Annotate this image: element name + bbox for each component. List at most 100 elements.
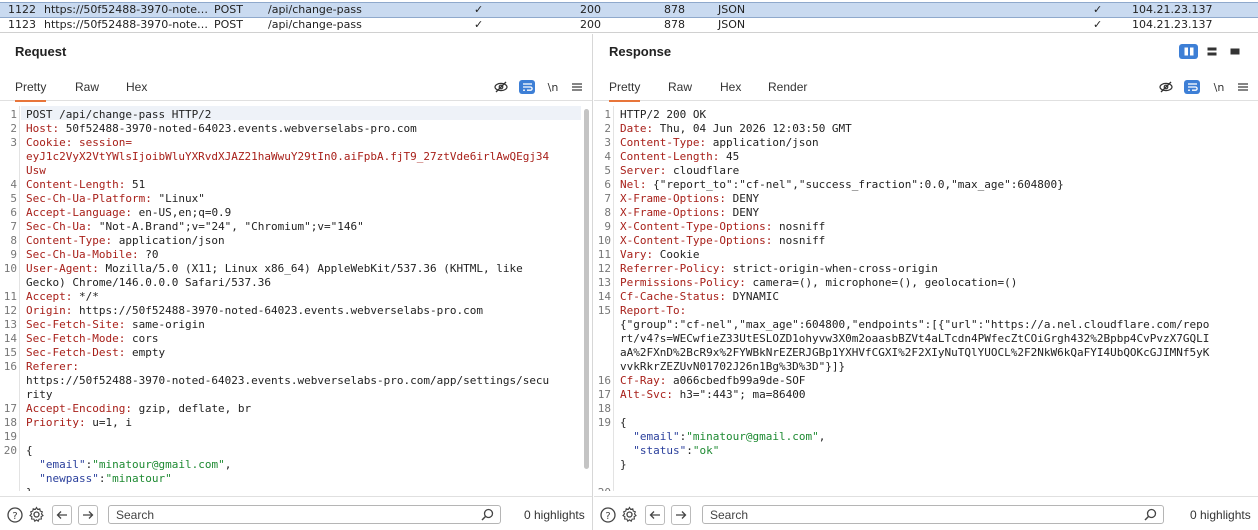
token-value: application/json [706, 136, 819, 149]
code-line: Alt-Svc: h3=":443"; ma=86400 [620, 388, 805, 402]
token-value: gzip, deflate, br [131, 402, 252, 415]
request-editor[interactable]: 1 POST /api/change-pass HTTP/2 2 Host: 50f5… [0, 106, 592, 491]
line-number: 18 [3, 416, 17, 429]
newline-icon[interactable]: \n [1211, 80, 1227, 94]
code-line: Sec-Fetch-Dest: empty [26, 346, 165, 360]
proxy-history-table: 1122 https://50f52488-3970-noted-... POST /… [0, 0, 1258, 33]
tab-pretty[interactable]: Pretty [15, 80, 47, 102]
token-key: Content-Length: [26, 178, 126, 191]
help-icon[interactable]: ? [599, 506, 616, 523]
layout-toggle-group [1179, 44, 1244, 59]
token-value: rt/v4?s=WECwfieZ33UtESLOZD1ohyvw3X0m2oaa… [620, 332, 1210, 345]
gear-icon[interactable] [28, 506, 45, 523]
token-value: , [224, 458, 232, 471]
word-wrap-icon[interactable] [519, 80, 535, 94]
table-row[interactable]: 1122 https://50f52488-3970-noted-... POST /… [0, 2, 1258, 18]
token-value: rity [26, 388, 53, 401]
arrow-left-icon[interactable] [52, 505, 72, 525]
line-number: 6 [604, 178, 611, 191]
token-key: Server: [620, 164, 667, 177]
line-number: 1 [10, 108, 17, 121]
line-number: 10 [597, 234, 611, 247]
line-number: 16 [3, 360, 17, 373]
token-value: Gecko) Chrome/146.0.0.0 Safari/537.36 [26, 276, 272, 289]
line-number: 15 [3, 346, 17, 359]
code-line: Vary: Cookie [620, 248, 699, 262]
line-number: 5 [604, 164, 611, 177]
table-row[interactable]: 1123 https://50f52488-3970-noted-... POST /… [0, 18, 1258, 32]
tab-render[interactable]: Render [768, 80, 807, 100]
code-line: Host: 50f52488-3970-noted-64023.events.w… [26, 122, 417, 136]
gear-icon[interactable] [621, 506, 638, 523]
token-value: h3=":443"; ma=86400 [672, 388, 806, 401]
token-key: Permissions-Policy: [620, 276, 746, 289]
response-title: Response [609, 44, 672, 59]
code-line: User-Agent: Mozilla/5.0 (X11; Linux x86_… [26, 262, 523, 276]
split-vertical-icon[interactable] [1179, 44, 1198, 59]
hamburger-menu-icon[interactable] [1235, 80, 1251, 94]
code-line: "email":"minatour@gmail.com", [26, 458, 231, 472]
token-key: Nel: [620, 178, 647, 191]
hamburger-menu-icon[interactable] [569, 80, 585, 94]
code-line: Sec-Fetch-Mode: cors [26, 332, 158, 346]
line-number: 14 [3, 332, 17, 345]
token-value: } [26, 486, 33, 491]
code-line: Sec-Fetch-Site: same-origin [26, 318, 205, 332]
code-line: Cf-Cache-Status: DYNAMIC [620, 290, 779, 304]
tab-pretty[interactable]: Pretty [609, 80, 641, 102]
token-value: "minatour@gmail.com" [686, 430, 819, 443]
tab-raw[interactable]: Raw [668, 80, 692, 100]
token-value: empty [125, 346, 166, 359]
token-value: a066cbedfb99a9de-SOF [666, 374, 806, 387]
request-search-input[interactable]: Search [108, 505, 501, 524]
split-horizontal-icon[interactable] [1202, 44, 1221, 59]
response-editor[interactable]: 1 HTTP/2 200 OK 2 Date: Thu, 04 Jun 2026 12… [594, 106, 1258, 491]
cell-method: POST [214, 3, 243, 16]
token-value: vvkRkrZEZUvN01702J26n1Bg%3D%3D"}]} [620, 360, 846, 373]
arrow-left-icon[interactable] [645, 505, 665, 525]
token-key: Cf-Cache-Status: [620, 290, 726, 303]
token-key: Content-Type: [620, 136, 707, 149]
token-value: { [620, 416, 627, 429]
token-value: HTTP/2 200 OK [620, 108, 707, 121]
token-key: Alt-Svc: [620, 388, 673, 401]
token-value: cors [125, 332, 159, 345]
code-line: rt/v4?s=WECwfieZ33UtESLOZD1ohyvw3X0m2oaa… [620, 332, 1209, 346]
token-value: u=1, i [85, 416, 132, 429]
tab-hex[interactable]: Hex [720, 80, 741, 100]
token-key: Sec-Fetch-Mode: [26, 332, 126, 345]
response-search-bar: ? Search 0 highlights [594, 496, 1258, 530]
code-line: vvkRkrZEZUvN01702J26n1Bg%3D%3D"}]} [620, 360, 845, 374]
token-value: DENY [725, 192, 760, 205]
eye-slash-icon[interactable] [1158, 80, 1174, 94]
token-key: Host: [26, 122, 60, 135]
token-key: Cf-Ray: [620, 374, 667, 387]
token-key: X-Frame-Options: [620, 206, 726, 219]
token-key: Origin: [26, 304, 73, 317]
tab-raw[interactable]: Raw [75, 80, 99, 100]
newline-icon[interactable]: \n [545, 80, 561, 94]
help-icon[interactable]: ? [6, 506, 23, 523]
token-value: Cookie [653, 248, 700, 261]
request-tabs: Pretty Raw Hex \n [0, 74, 592, 102]
arrow-right-icon[interactable] [78, 505, 98, 525]
response-panel: Response Pretty Raw Hex Render \n 1 HTTP/… [594, 34, 1258, 530]
request-scrollbar[interactable] [584, 109, 589, 469]
code-line: Gecko) Chrome/146.0.0.0 Safari/537.36 [26, 276, 271, 290]
cell-params: ✓ [474, 3, 484, 16]
single-pane-icon[interactable] [1225, 44, 1244, 59]
code-line: Content-Length: 45 [620, 150, 739, 164]
svg-text:?: ? [605, 511, 610, 522]
tab-hex[interactable]: Hex [126, 80, 147, 100]
arrow-right-icon[interactable] [671, 505, 691, 525]
code-line: X-Frame-Options: DENY [620, 206, 759, 220]
token-value: , [818, 430, 826, 443]
response-search-input[interactable]: Search [702, 505, 1164, 524]
eye-slash-icon[interactable] [493, 80, 509, 94]
search-placeholder: Search [710, 508, 749, 522]
token-key: Sec-Ch-Ua-Mobile: [26, 248, 139, 261]
word-wrap-icon[interactable] [1184, 80, 1200, 94]
line-number: 4 [10, 178, 17, 191]
highlight-count: 0 highlights [1190, 508, 1251, 522]
token-value: https://50f52488-3970-noted-64023.events… [26, 374, 550, 387]
